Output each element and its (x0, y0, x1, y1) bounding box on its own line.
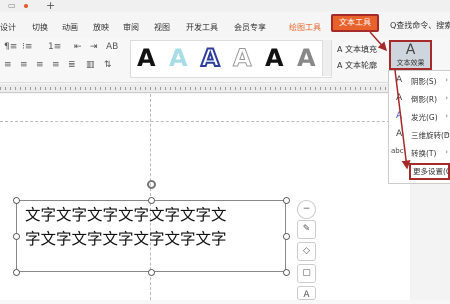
arrow-to-effect-icon (369, 31, 387, 52)
annotation-arrows (369, 31, 411, 170)
arrow-to-more-settings-icon (394, 69, 411, 170)
